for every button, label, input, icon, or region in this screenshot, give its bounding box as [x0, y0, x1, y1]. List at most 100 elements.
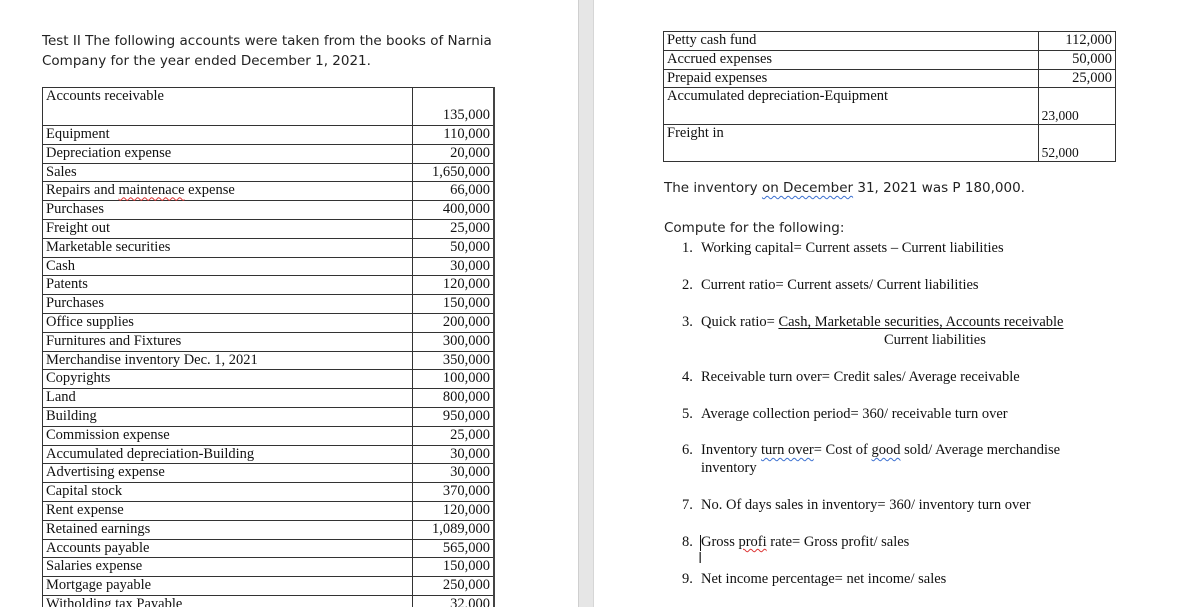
account-amount: 110,000 — [412, 125, 496, 145]
account-row: Depreciation expense 20,000 — [41, 143, 496, 164]
account-row: Cash 30,000 — [41, 256, 496, 277]
account-amount: 32,000 — [412, 594, 496, 607]
account-name: Witholding tax Payable — [41, 594, 414, 607]
account-amount: 50,000 — [412, 237, 496, 258]
account-row: Sales 1,650,000 — [41, 162, 496, 183]
account-name-text: expense — [184, 182, 235, 199]
account-name: Accumulated depreciation-Building — [41, 444, 414, 465]
account-row: Accounts payable 565,000 — [41, 538, 496, 559]
item-number: 4. — [682, 369, 693, 385]
account-name: Accounts payable — [41, 538, 414, 559]
account-name: Mortgage payable — [41, 576, 414, 596]
item-text: Quick ratio= — [701, 314, 779, 330]
account-name: Building — [41, 406, 414, 427]
account-amount: 370,000 — [412, 482, 496, 502]
formula-item-8: 8. Gross profi rate= Gross profit/ sales — [682, 533, 909, 551]
grammar-flagged-text[interactable]: on December — [762, 180, 853, 196]
account-name: Furnitures and Fixtures — [41, 331, 414, 352]
account-amount: 250,000 — [412, 576, 496, 596]
item-number: 2. — [682, 277, 693, 293]
account-row: Accumulated depreciation-Building 30,000 — [41, 444, 496, 465]
account-row: Mortgage payable 250,000 — [41, 576, 496, 596]
item-number: 6. — [682, 442, 693, 458]
account-name: Patents — [41, 275, 414, 296]
account-amount: 150,000 — [412, 557, 496, 578]
item-text: rate= Gross profit/ sales — [766, 534, 910, 550]
account-amount: 200,000 — [412, 312, 496, 333]
account-amount: 112,000 — [1037, 31, 1117, 51]
account-row: Advertising expense 30,000 — [41, 463, 496, 484]
account-name: Retained earnings — [41, 519, 414, 540]
account-name: Accumulated depreciation-Equipment — [663, 87, 1039, 126]
account-name: Petty cash fund — [663, 31, 1039, 51]
account-amount: 30,000 — [412, 444, 496, 465]
formula-item-2: 2. Current ratio= Current assets/ Current… — [682, 276, 979, 294]
account-row: Equipment 110,000 — [41, 125, 496, 145]
account-name: Cash — [41, 256, 414, 277]
account-amount: 150,000 — [412, 294, 496, 314]
intro-line-1: Test II The following accounts were take… — [42, 33, 492, 49]
item-text: Inventory — [701, 442, 761, 458]
account-amount: 30,000 — [412, 256, 496, 277]
item-text-continued: inventory — [701, 460, 757, 476]
account-name: Accrued expenses — [663, 49, 1039, 70]
account-name: Advertising expense — [41, 463, 414, 484]
account-row: Merchandise inventory Dec. 1, 2021 350,00… — [41, 350, 496, 371]
account-name: Sales — [41, 162, 414, 183]
account-row: Repairs and maintenace expense 66,000 — [41, 181, 496, 202]
formula-item-5: 5. Average collection period= 360/ receiv… — [682, 405, 1008, 423]
account-amount: 565,000 — [412, 538, 496, 559]
account-amount: 300,000 — [412, 331, 496, 352]
spelling-flagged-text[interactable]: maintenace — [118, 182, 184, 198]
item-number: 1. — [682, 240, 693, 256]
account-row: Furnitures and Fixtures 300,000 — [41, 331, 496, 352]
page-separator — [578, 0, 594, 607]
grammar-flagged-text[interactable]: turn over — [761, 442, 814, 458]
account-amount: 25,000 — [1037, 68, 1117, 89]
account-row: Purchases 400,000 — [41, 200, 496, 220]
account-row: Purchases 150,000 — [41, 294, 496, 314]
account-name: Purchases — [41, 200, 414, 220]
grammar-flagged-text[interactable]: good — [871, 442, 900, 458]
account-name: Land — [41, 388, 414, 408]
account-amount: 950,000 — [412, 406, 496, 427]
account-amount: 350,000 — [412, 350, 496, 371]
account-row: Marketable securities 50,000 — [41, 237, 496, 258]
formula-item-4: 4. Receivable turn over= Credit sales/ Av… — [682, 368, 1020, 386]
account-amount: 135,000 — [412, 87, 496, 126]
account-row: Retained earnings 1,089,000 — [41, 519, 496, 540]
account-row: Freight out 25,000 — [41, 218, 496, 239]
account-amount: 1,650,000 — [412, 162, 496, 183]
account-row: Rent expense 120,000 — [41, 500, 496, 521]
accounts-table-left: Accounts receivable 135,000 Equipment 110,0… — [41, 87, 496, 607]
account-name: Purchases — [41, 294, 414, 314]
account-row: Copyrights 100,000 — [41, 369, 496, 390]
account-name: Rent expense — [41, 500, 414, 521]
inventory-note: The inventory on December 31, 2021 was P… — [664, 180, 1025, 196]
account-name: Repairs and maintenace expense — [41, 181, 414, 202]
account-name: Salaries expense — [41, 557, 414, 578]
item-text: Net income percentage= net income/ sales — [701, 571, 947, 587]
account-row: Accumulated depreciation-Equipment 23,000 — [663, 87, 1117, 126]
spelling-flagged-text[interactable]: profi — [738, 534, 766, 550]
account-row: Building 950,000 — [41, 406, 496, 427]
account-row: Commission expense 25,000 — [41, 425, 496, 446]
account-name: Freight in — [663, 124, 1039, 163]
account-name: Equipment — [41, 125, 414, 145]
account-row: Prepaid expenses 25,000 — [663, 68, 1117, 89]
account-row: Salaries expense 150,000 — [41, 557, 496, 578]
account-row: Accounts receivable 135,000 — [41, 87, 496, 126]
account-row: Witholding tax Payable 32,000 — [41, 594, 496, 607]
account-row: Patents 120,000 — [41, 275, 496, 296]
fraction-denominator: Current liabilities — [884, 332, 986, 348]
account-row: Land 800,000 — [41, 388, 496, 408]
account-row: Accrued expenses 50,000 — [663, 49, 1117, 70]
account-amount: 400,000 — [412, 200, 496, 220]
account-amount: 1,089,000 — [412, 519, 496, 540]
item-number: 7. — [682, 497, 693, 513]
account-name: Capital stock — [41, 482, 414, 502]
item-number: 9. — [682, 571, 693, 587]
item-text: No. Of days sales in inventory= 360/ inv… — [701, 497, 1031, 513]
ibeam-cursor-icon: I — [698, 549, 703, 567]
item-text: Receivable turn over= Credit sales/ Aver… — [701, 369, 1020, 385]
